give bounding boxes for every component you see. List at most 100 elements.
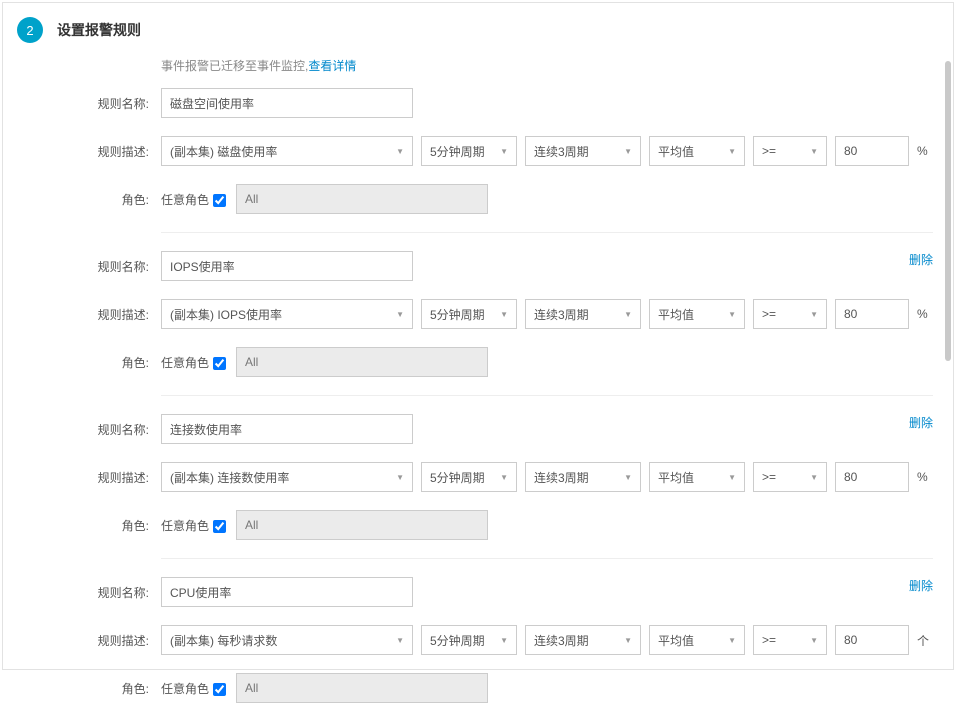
count-select[interactable]: 连续3周期 ▼: [525, 299, 641, 329]
rule-block: 删除 规则名称: 规则描述: (副本集) 连接数使用率 ▼ 5分钟周期 ▼ 连续…: [161, 395, 933, 540]
aggregate-select[interactable]: 平均值 ▼: [649, 136, 745, 166]
operator-select[interactable]: >= ▼: [753, 136, 827, 166]
rule-block: 规则名称: 规则描述: (副本集) 磁盘使用率 ▼ 5分钟周期 ▼ 连续3周期 …: [161, 88, 933, 214]
unit-label: %: [917, 470, 928, 484]
aggregate-select-value: 平均值: [658, 632, 694, 649]
scrollbar-track[interactable]: [943, 53, 951, 665]
period-select[interactable]: 5分钟周期 ▼: [421, 625, 517, 655]
threshold-input[interactable]: [835, 625, 909, 655]
rule-desc-label: 规则描述:: [77, 632, 149, 649]
any-role-text: 任意角色: [161, 191, 209, 208]
rule-name-input[interactable]: [161, 88, 413, 118]
count-select-value: 连续3周期: [534, 143, 589, 160]
metric-select[interactable]: (副本集) 连接数使用率 ▼: [161, 462, 413, 492]
count-select[interactable]: 连续3周期 ▼: [525, 462, 641, 492]
role-label: 角色:: [77, 680, 149, 697]
aggregate-select-value: 平均值: [658, 469, 694, 486]
role-label: 角色:: [77, 191, 149, 208]
chevron-down-icon: ▼: [624, 147, 632, 156]
rule-desc-row: 规则描述: (副本集) IOPS使用率 ▼ 5分钟周期 ▼ 连续3周期 ▼ 平均…: [161, 299, 933, 329]
unit-label: %: [917, 144, 928, 158]
period-select-value: 5分钟周期: [430, 143, 485, 160]
metric-select-value: (副本集) IOPS使用率: [170, 306, 282, 323]
count-select[interactable]: 连续3周期 ▼: [525, 625, 641, 655]
metric-select-value: (副本集) 连接数使用率: [170, 469, 289, 486]
metric-select-value: (副本集) 每秒请求数: [170, 632, 277, 649]
chevron-down-icon: ▼: [728, 636, 736, 645]
period-select-value: 5分钟周期: [430, 306, 485, 323]
operator-select[interactable]: >= ▼: [753, 625, 827, 655]
rule-desc-row: 规则描述: (副本集) 每秒请求数 ▼ 5分钟周期 ▼ 连续3周期 ▼ 平均值 …: [161, 625, 933, 655]
chevron-down-icon: ▼: [624, 310, 632, 319]
role-label: 角色:: [77, 517, 149, 534]
chevron-down-icon: ▼: [396, 636, 404, 645]
rule-desc-label: 规则描述:: [77, 143, 149, 160]
aggregate-select[interactable]: 平均值 ▼: [649, 462, 745, 492]
any-role-text: 任意角色: [161, 680, 209, 697]
rule-name-label: 规则名称:: [77, 584, 149, 601]
period-select[interactable]: 5分钟周期 ▼: [421, 462, 517, 492]
rule-name-input[interactable]: [161, 251, 413, 281]
rule-desc-row: 规则描述: (副本集) 连接数使用率 ▼ 5分钟周期 ▼ 连续3周期 ▼ 平均值…: [161, 462, 933, 492]
count-select-value: 连续3周期: [534, 306, 589, 323]
rule-desc-label: 规则描述:: [77, 306, 149, 323]
unit-label: %: [917, 307, 928, 321]
any-role-checkbox[interactable]: [213, 683, 226, 696]
any-role-text: 任意角色: [161, 354, 209, 371]
metric-select[interactable]: (副本集) IOPS使用率 ▼: [161, 299, 413, 329]
metric-select[interactable]: (副本集) 每秒请求数 ▼: [161, 625, 413, 655]
role-all-value: All: [245, 518, 258, 532]
scrollbar-thumb[interactable]: [945, 61, 951, 361]
rule-desc-label: 规则描述:: [77, 469, 149, 486]
metric-select[interactable]: (副本集) 磁盘使用率 ▼: [161, 136, 413, 166]
operator-select[interactable]: >= ▼: [753, 462, 827, 492]
step-number-badge: 2: [17, 17, 43, 43]
role-all-box: All: [236, 673, 488, 703]
step-title: 设置报警规则: [57, 20, 141, 40]
role-row: 角色: 任意角色 All: [161, 673, 933, 703]
chevron-down-icon: ▼: [500, 147, 508, 156]
period-select-value: 5分钟周期: [430, 632, 485, 649]
rule-name-input[interactable]: [161, 414, 413, 444]
operator-select-value: >=: [762, 307, 776, 321]
rule-name-label: 规则名称:: [77, 258, 149, 275]
any-role-checkbox[interactable]: [213, 194, 226, 207]
threshold-input[interactable]: [835, 299, 909, 329]
notice-prefix: 事件报警已迁移至事件监控,: [161, 59, 308, 73]
period-select[interactable]: 5分钟周期 ▼: [421, 299, 517, 329]
chevron-down-icon: ▼: [396, 147, 404, 156]
any-role-text: 任意角色: [161, 517, 209, 534]
threshold-input[interactable]: [835, 462, 909, 492]
period-select[interactable]: 5分钟周期 ▼: [421, 136, 517, 166]
count-select-value: 连续3周期: [534, 469, 589, 486]
chevron-down-icon: ▼: [396, 310, 404, 319]
aggregate-select[interactable]: 平均值 ▼: [649, 299, 745, 329]
chevron-down-icon: ▼: [728, 147, 736, 156]
operator-select-value: >=: [762, 470, 776, 484]
operator-select-value: >=: [762, 144, 776, 158]
count-select-value: 连续3周期: [534, 632, 589, 649]
role-all-box: All: [236, 184, 488, 214]
threshold-input[interactable]: [835, 136, 909, 166]
step-header: 2 设置报警规则: [3, 3, 953, 53]
rule-name-row: 规则名称:: [161, 251, 933, 281]
chevron-down-icon: ▼: [500, 473, 508, 482]
unit-label: 个: [917, 632, 929, 649]
notice-link[interactable]: 查看详情: [308, 59, 356, 73]
notice-text: 事件报警已迁移至事件监控,查看详情: [161, 53, 933, 74]
aggregate-select[interactable]: 平均值 ▼: [649, 625, 745, 655]
rule-name-row: 规则名称:: [161, 577, 933, 607]
any-role-checkbox[interactable]: [213, 520, 226, 533]
rule-name-label: 规则名称:: [77, 95, 149, 112]
rule-name-input[interactable]: [161, 577, 413, 607]
alarm-rules-panel: 2 设置报警规则 事件报警已迁移至事件监控,查看详情 规则名称: 规则描述: (…: [2, 2, 954, 670]
role-row: 角色: 任意角色 All: [161, 347, 933, 377]
operator-select[interactable]: >= ▼: [753, 299, 827, 329]
role-row: 角色: 任意角色 All: [161, 184, 933, 214]
any-role-checkbox[interactable]: [213, 357, 226, 370]
count-select[interactable]: 连续3周期 ▼: [525, 136, 641, 166]
rule-name-label: 规则名称:: [77, 421, 149, 438]
rule-block: 删除 规则名称: 规则描述: (副本集) IOPS使用率 ▼ 5分钟周期 ▼ 连…: [161, 232, 933, 377]
rule-name-row: 规则名称:: [161, 414, 933, 444]
role-all-value: All: [245, 681, 258, 695]
